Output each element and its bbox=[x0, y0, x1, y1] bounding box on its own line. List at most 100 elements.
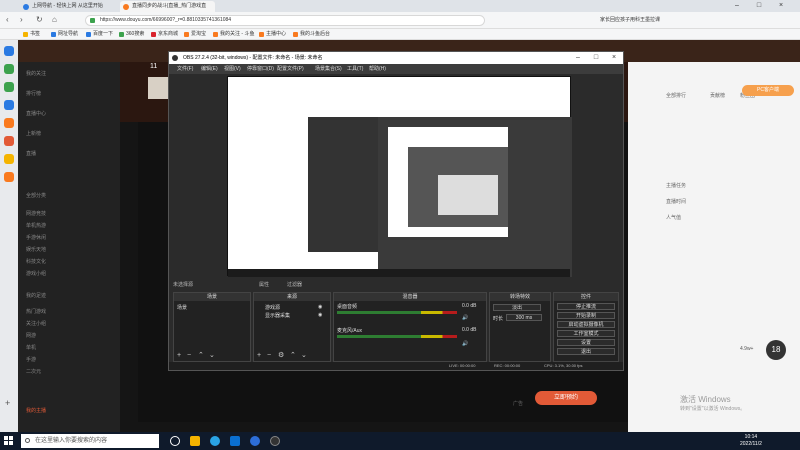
home-icon[interactable]: ⌂ bbox=[52, 15, 57, 24]
nav-item[interactable]: 关注小组 bbox=[26, 320, 46, 327]
minimize-icon[interactable]: – bbox=[728, 0, 746, 12]
settings-button[interactable]: 设置 bbox=[557, 339, 615, 346]
store-icon[interactable] bbox=[230, 436, 240, 446]
exit-button[interactable]: 退出 bbox=[557, 348, 615, 355]
nav-item[interactable]: 手游休闲 bbox=[26, 234, 46, 241]
bookmark-item[interactable]: 我的关注 - 斗鱼 bbox=[212, 29, 254, 40]
gear-icon[interactable]: ⚙ bbox=[278, 351, 284, 359]
sidebar-app-icon[interactable] bbox=[4, 118, 14, 128]
nav-item[interactable]: 网游 bbox=[26, 332, 36, 339]
minimize-icon[interactable]: – bbox=[569, 52, 587, 64]
bookmark-item[interactable]: 网址导航 bbox=[50, 29, 78, 40]
nav-item[interactable]: 二次元 bbox=[26, 368, 41, 375]
bookmark-item[interactable]: 我的斗鱼后台 bbox=[292, 29, 330, 40]
sidebar-app-icon[interactable] bbox=[4, 46, 14, 56]
file-explorer-icon[interactable] bbox=[190, 436, 200, 446]
sidebar-app-icon[interactable] bbox=[4, 154, 14, 164]
menu-dock[interactable]: 停靠窗口(D) bbox=[247, 64, 274, 74]
menu-profile[interactable]: 配置文件(P) bbox=[277, 64, 304, 74]
back-icon[interactable]: ‹ bbox=[6, 15, 9, 24]
volume-icon[interactable]: 🔊 bbox=[462, 315, 468, 321]
sidebar-app-icon[interactable] bbox=[4, 136, 14, 146]
streamer-avatar[interactable] bbox=[148, 77, 170, 99]
pc-client-button[interactable]: PC客户端 bbox=[742, 85, 794, 96]
source-item[interactable]: 显示器采集 bbox=[257, 312, 290, 319]
stop-streaming-button[interactable]: 停止推流 bbox=[557, 303, 615, 310]
nav-item[interactable]: 科技文化 bbox=[26, 258, 46, 265]
nav-item[interactable]: 我的足迹 bbox=[26, 292, 46, 299]
nav-item[interactable]: 直播中心 bbox=[26, 110, 46, 117]
source-item[interactable]: 游戏源 bbox=[257, 304, 280, 311]
menu-scene-collection[interactable]: 场景集合(S) bbox=[315, 64, 342, 74]
nav-item[interactable]: 直播 bbox=[26, 150, 36, 157]
nav-item[interactable]: 排行榜 bbox=[26, 90, 41, 97]
browser-icon[interactable] bbox=[250, 436, 260, 446]
maximize-icon[interactable]: □ bbox=[750, 0, 768, 12]
menu-help[interactable]: 帮助(H) bbox=[369, 64, 386, 74]
browser-tab-active[interactable]: 直播同步的战斗|直播_热门游戏直 bbox=[120, 1, 215, 12]
nav-item[interactable]: 我的主播 bbox=[26, 407, 46, 414]
refresh-icon[interactable]: ↻ bbox=[36, 15, 43, 24]
menu-file[interactable]: 文件(F) bbox=[177, 64, 193, 74]
task-view-icon[interactable] bbox=[170, 436, 180, 446]
nav-item[interactable]: 手游 bbox=[26, 356, 36, 363]
obs-preview[interactable] bbox=[227, 76, 572, 277]
search-suggestion[interactable]: 家长回应孩子用科王墨拉课 bbox=[600, 16, 660, 23]
start-recording-button[interactable]: 开始录制 bbox=[557, 312, 615, 319]
sidebar-app-icon[interactable] bbox=[4, 64, 14, 74]
maximize-icon[interactable]: □ bbox=[587, 52, 605, 64]
move-down-icon[interactable]: ⌄ bbox=[301, 351, 307, 359]
studio-mode-button[interactable]: 工作室模式 bbox=[557, 330, 615, 337]
move-up-icon[interactable]: ⌃ bbox=[290, 351, 296, 359]
edge-icon[interactable] bbox=[210, 436, 220, 446]
sidebar-app-icon[interactable] bbox=[4, 82, 14, 92]
bookmark-item[interactable]: 爱淘宝 bbox=[183, 29, 206, 40]
nav-item[interactable]: 网游竞技 bbox=[26, 210, 46, 217]
nav-item[interactable]: 娱乐天地 bbox=[26, 246, 46, 253]
eye-icon[interactable]: ◉ bbox=[318, 304, 322, 310]
sidebar-app-icon[interactable] bbox=[4, 100, 14, 110]
move-up-icon[interactable]: ⌃ bbox=[198, 351, 204, 359]
close-icon[interactable]: × bbox=[772, 0, 790, 12]
transition-select[interactable]: 淡出 bbox=[493, 304, 541, 311]
eye-icon[interactable]: ◉ bbox=[318, 312, 322, 318]
bookmark-item[interactable]: 主播中心 bbox=[258, 29, 286, 40]
menu-edit[interactable]: 编辑(E) bbox=[201, 64, 218, 74]
nav-item[interactable]: 单机 bbox=[26, 344, 36, 351]
nav-item[interactable]: 我的关注 bbox=[26, 70, 46, 77]
sidebar-app-icon[interactable] bbox=[4, 172, 14, 182]
remove-icon[interactable]: − bbox=[187, 352, 191, 359]
remove-icon[interactable]: − bbox=[267, 352, 271, 359]
windows-start-icon[interactable] bbox=[4, 436, 14, 446]
duration-input[interactable]: 300 ms bbox=[506, 314, 542, 321]
system-clock[interactable]: 10:14 2022/11/2 bbox=[740, 434, 762, 448]
rank-tab[interactable]: 贡献榜 bbox=[710, 92, 725, 99]
reserve-button[interactable]: 立即预约 bbox=[535, 391, 597, 405]
taskbar-search[interactable]: 在这里输入你要搜索的内容 bbox=[21, 434, 159, 448]
nav-item[interactable]: 热门游戏 bbox=[26, 308, 46, 315]
add-icon[interactable]: + bbox=[5, 398, 10, 408]
add-icon[interactable]: + bbox=[177, 352, 181, 359]
bookmark-item[interactable]: 书签 bbox=[22, 29, 40, 40]
virtual-camera-button[interactable]: 启动虚拟摄像机 bbox=[557, 321, 615, 328]
close-icon[interactable]: × bbox=[605, 52, 623, 64]
menu-view[interactable]: 视图(V) bbox=[224, 64, 241, 74]
properties-button[interactable]: 属性 bbox=[259, 280, 269, 290]
nav-item[interactable]: 游戏小组 bbox=[26, 270, 46, 277]
add-icon[interactable]: + bbox=[257, 352, 261, 359]
browser-tab[interactable]: 上网导航 - 轻快上网 从这里开始 bbox=[20, 1, 115, 12]
scene-item[interactable]: 场景 bbox=[177, 304, 187, 311]
move-down-icon[interactable]: ⌄ bbox=[209, 351, 215, 359]
nav-item[interactable]: 单机热游 bbox=[26, 222, 46, 229]
address-bar[interactable]: https://www.douyu.com/6699600?_r=0.88103… bbox=[85, 15, 485, 26]
rank-tab[interactable]: 全部排行 bbox=[666, 92, 686, 99]
danmu-counter[interactable]: 18 bbox=[766, 340, 786, 360]
nav-item[interactable]: 全部分类 bbox=[26, 192, 46, 199]
menu-tools[interactable]: 工具(T) bbox=[347, 64, 363, 74]
bookmark-item[interactable]: 360搜索 bbox=[118, 29, 144, 40]
volume-icon[interactable]: 🔊 bbox=[462, 341, 468, 347]
bookmark-item[interactable]: 京东商城 bbox=[150, 29, 178, 40]
nav-item[interactable]: 上新榜 bbox=[26, 130, 41, 137]
forward-icon[interactable]: › bbox=[20, 15, 23, 24]
filters-button[interactable]: 过滤器 bbox=[287, 280, 302, 290]
